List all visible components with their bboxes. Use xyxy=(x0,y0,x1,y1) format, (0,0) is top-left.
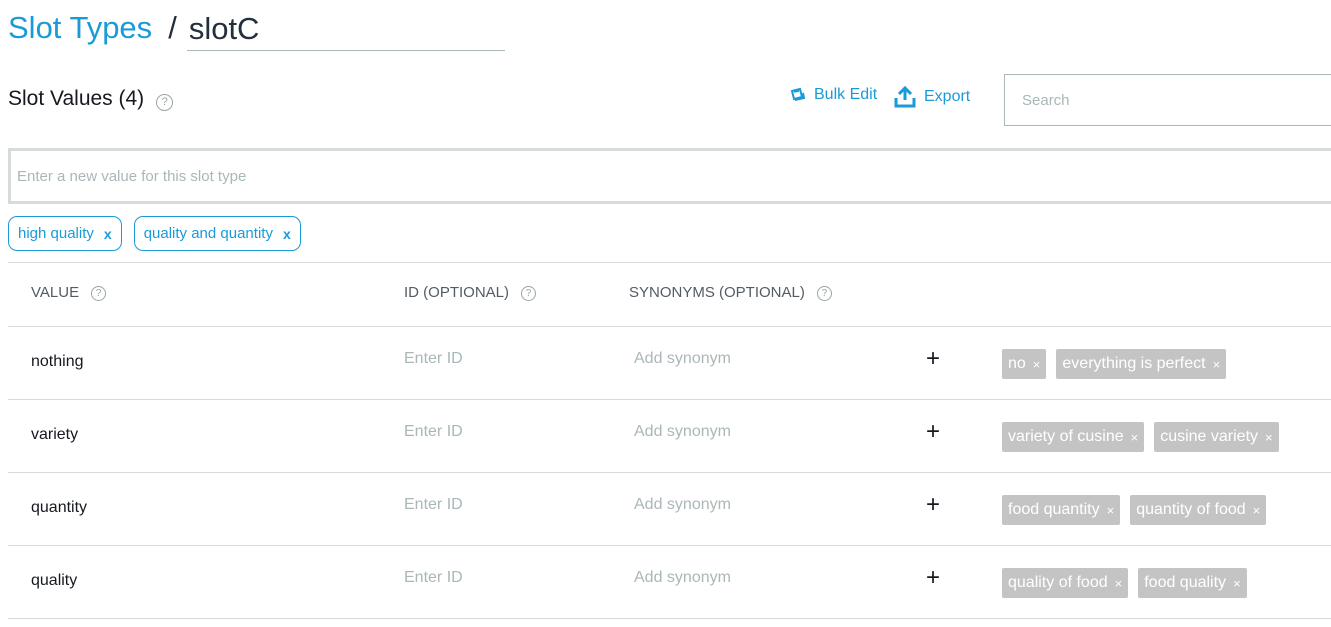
synonym-list: quality of food × food quality × xyxy=(1002,568,1257,598)
remove-synonym-icon[interactable]: × xyxy=(1107,503,1115,518)
suggestion-chip[interactable]: quality and quantity x xyxy=(133,216,301,251)
synonym-label: cusine variety xyxy=(1160,428,1259,445)
help-icon[interactable]: ? xyxy=(521,286,537,301)
synonym-input[interactable] xyxy=(634,496,894,514)
synonym-label: variety of cusine xyxy=(1008,428,1124,445)
id-input[interactable] xyxy=(404,423,584,441)
id-input[interactable] xyxy=(404,350,584,368)
remove-synonym-icon[interactable]: × xyxy=(1033,357,1041,372)
remove-suggestion-icon[interactable]: x xyxy=(104,226,112,242)
id-input[interactable] xyxy=(404,496,584,514)
synonym-label: no xyxy=(1008,355,1026,372)
divider xyxy=(8,262,1331,263)
suggestion-chip[interactable]: high quality x xyxy=(8,216,122,251)
add-synonym-button[interactable]: + xyxy=(926,566,940,590)
table-row: variety + variety of cusine × cusine vari… xyxy=(0,400,1331,472)
export-label: Export xyxy=(924,88,971,105)
synonym-chip: food quality × xyxy=(1138,568,1247,598)
remove-synonym-icon[interactable]: × xyxy=(1265,430,1273,445)
add-synonym-button[interactable]: + xyxy=(926,347,940,371)
breadcrumb-separator: / xyxy=(168,10,177,45)
add-synonym-button[interactable]: + xyxy=(926,420,940,444)
suggestion-label: quality and quantity xyxy=(143,225,273,242)
id-input[interactable] xyxy=(404,569,584,587)
remove-synonym-icon[interactable]: × xyxy=(1213,357,1221,372)
slot-value: quality xyxy=(31,572,78,589)
help-icon[interactable]: ? xyxy=(156,93,174,111)
synonym-label: food quality xyxy=(1144,574,1227,591)
search-input[interactable] xyxy=(1004,74,1331,126)
add-synonym-button[interactable]: + xyxy=(926,493,940,517)
slot-value: variety xyxy=(31,426,79,443)
slot-values-header: Slot Values (4) ? xyxy=(8,84,174,114)
synonym-list: food quantity × quantity of food × xyxy=(1002,495,1276,525)
synonym-label: food quantity xyxy=(1008,501,1100,518)
table-row: quality + quality of food × food quality × xyxy=(0,546,1331,618)
new-slot-value-input[interactable] xyxy=(8,148,1331,204)
synonym-label: everything is perfect xyxy=(1062,355,1206,372)
synonym-chip: food quantity × xyxy=(1002,495,1121,525)
synonym-chip: variety of cusine × xyxy=(1002,422,1145,452)
remove-synonym-icon[interactable]: × xyxy=(1115,576,1123,591)
synonym-chip: quantity of food × xyxy=(1130,495,1267,525)
slot-value: quantity xyxy=(31,499,88,516)
slot-values-title: Slot Values (4) xyxy=(8,87,145,110)
remove-synonym-icon[interactable]: × xyxy=(1253,503,1261,518)
divider xyxy=(8,618,1331,619)
help-icon[interactable]: ? xyxy=(816,286,832,301)
synonym-label: quality of food xyxy=(1008,574,1108,591)
column-header-label: ID (OPTIONAL) xyxy=(404,284,510,301)
synonym-list: no × everything is perfect × xyxy=(1002,349,1236,379)
suggestion-chips: high quality x quality and quantity x xyxy=(8,216,313,251)
bulk-edit-label: Bulk Edit xyxy=(814,86,878,103)
column-header-synonyms: SYNONYMS (OPTIONAL) ? xyxy=(629,284,832,301)
export-button[interactable]: Export xyxy=(894,86,970,108)
synonym-input[interactable] xyxy=(634,569,894,587)
column-header-value: VALUE ? xyxy=(31,284,107,301)
export-icon xyxy=(894,86,916,108)
table-row: quantity + food quantity × quantity of fo… xyxy=(0,473,1331,545)
synonym-input[interactable] xyxy=(634,423,894,441)
table-row: nothing + no × everything is perfect × xyxy=(0,327,1331,399)
breadcrumb-slot-types-link[interactable]: Slot Types xyxy=(8,8,152,48)
synonym-chip: everything is perfect × xyxy=(1056,349,1227,379)
bulk-edit-icon xyxy=(790,87,806,101)
synonym-chip: no × xyxy=(1002,349,1047,379)
bulk-edit-button[interactable]: Bulk Edit xyxy=(790,86,877,104)
remove-synonym-icon[interactable]: × xyxy=(1233,576,1241,591)
synonym-label: quantity of food xyxy=(1136,501,1246,518)
column-header-label: VALUE xyxy=(31,284,80,301)
slot-type-name-input[interactable] xyxy=(186,9,505,51)
breadcrumb: Slot Types / xyxy=(8,8,505,52)
column-header-id: ID (OPTIONAL) ? xyxy=(404,284,537,301)
column-header-label: SYNONYMS (OPTIONAL) xyxy=(629,284,805,301)
synonym-input[interactable] xyxy=(634,350,894,368)
suggestion-label: high quality xyxy=(18,225,94,242)
remove-synonym-icon[interactable]: × xyxy=(1131,430,1139,445)
synonym-list: variety of cusine × cusine variety × xyxy=(1002,422,1289,452)
slot-value: nothing xyxy=(31,353,84,370)
help-icon[interactable]: ? xyxy=(91,286,107,301)
remove-suggestion-icon[interactable]: x xyxy=(283,226,291,242)
synonym-chip: quality of food × xyxy=(1002,568,1129,598)
synonym-chip: cusine variety × xyxy=(1154,422,1279,452)
